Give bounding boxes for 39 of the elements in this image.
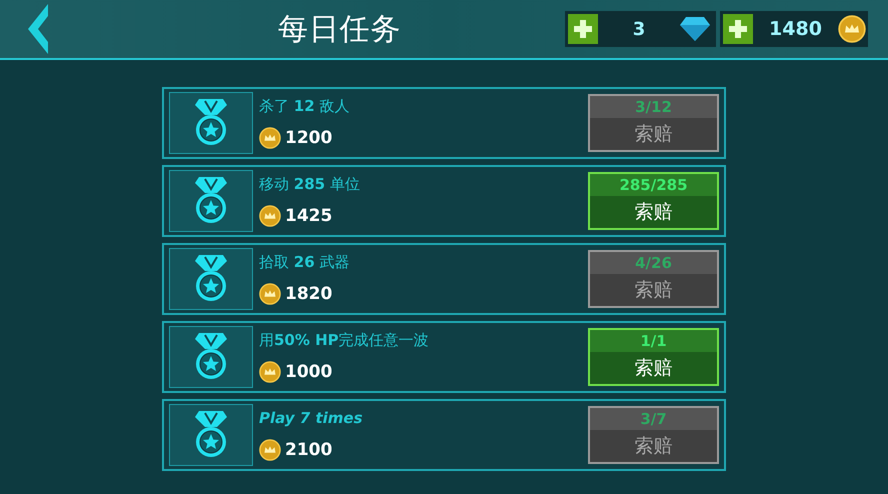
task-description: 拾取 26 武器: [259, 252, 350, 273]
claim-button[interactable]: 3/7 索赔: [588, 406, 719, 464]
crown-coin-icon: [259, 127, 281, 150]
reward-amount: 1425: [285, 204, 332, 228]
reward-amount: 2100: [285, 438, 332, 462]
progress-label: 3/7: [590, 408, 717, 430]
claim-label: 索赔: [634, 122, 674, 147]
reward-amount: 1820: [285, 282, 332, 306]
plus-icon: [729, 20, 747, 38]
claim-label: 索赔: [634, 434, 674, 459]
crown-coin-icon: [259, 361, 281, 384]
task-description: 杀了 12 敌人: [259, 96, 350, 117]
claim-label: 索赔: [634, 200, 674, 225]
task-description: Play 7 times: [259, 408, 364, 429]
progress-label: 285/285: [590, 174, 717, 196]
add-coins-button[interactable]: [723, 14, 753, 44]
crown-coin-icon: [259, 439, 281, 462]
add-gems-button[interactable]: [568, 14, 598, 44]
diamond-icon: [680, 17, 710, 41]
claim-label: 索赔: [634, 278, 674, 303]
progress-label: 1/1: [590, 330, 717, 352]
task-description: 用50% HP完成任意一波: [259, 330, 430, 351]
crown-coin-icon: [259, 283, 281, 306]
progress-label: 3/12: [590, 96, 717, 118]
coin-count: 1480: [768, 16, 823, 42]
claim-label: 索赔: [634, 356, 674, 381]
reward-amount: 1000: [285, 360, 332, 384]
gem-count: 3: [632, 18, 646, 42]
claim-button[interactable]: 3/12 索赔: [588, 94, 719, 152]
plus-icon: [574, 20, 592, 38]
progress-label: 4/26: [590, 252, 717, 274]
claim-button[interactable]: 1/1 索赔: [588, 328, 719, 386]
task-description: 移动 285 单位: [259, 174, 361, 195]
crown-coin-icon: [259, 205, 281, 228]
screen-title: 每日任务: [278, 10, 401, 48]
reward-amount: 1200: [285, 126, 332, 150]
claim-button[interactable]: 4/26 索赔: [588, 250, 719, 308]
claim-button[interactable]: 285/285 索赔: [588, 172, 719, 230]
crown-coin-icon: [838, 15, 866, 43]
